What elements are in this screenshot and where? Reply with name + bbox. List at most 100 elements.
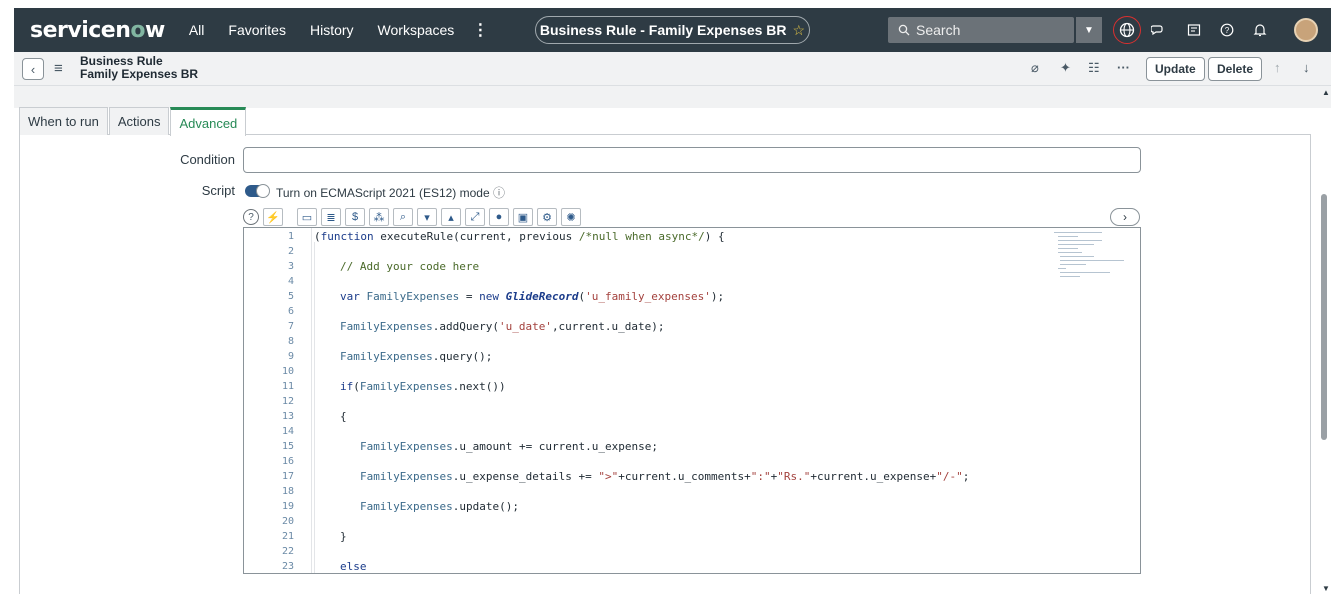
personalize-form-icon[interactable]: ☷	[1088, 60, 1100, 76]
line-number: 11	[281, 381, 294, 392]
scroll-up-arrow-icon[interactable]: ▲	[1322, 88, 1330, 97]
record-header-bar: ‹ ≡ Business Rule Family Expenses BR ⌀ ✦…	[14, 52, 1331, 86]
attachment-paperclip-icon[interactable]: ⌀	[1031, 60, 1039, 76]
back-button[interactable]: ‹	[22, 58, 44, 80]
script-debugger-icon[interactable]: ●	[489, 208, 509, 226]
scroll-down-arrow-icon[interactable]: ▼	[1322, 584, 1330, 593]
save-script-icon[interactable]: ▣	[513, 208, 533, 226]
page-vertical-scrollbar[interactable]	[1321, 194, 1327, 440]
line-number: 12	[281, 396, 294, 407]
more-options-icon[interactable]: ···	[1117, 60, 1130, 75]
find-next-icon[interactable]: ▾	[417, 208, 437, 226]
line-number: 1	[287, 231, 294, 242]
globe-icon[interactable]	[1113, 16, 1141, 44]
es12-help-icon[interactable]: ⓘ	[493, 186, 505, 200]
indent-guide	[314, 242, 315, 573]
script-editor-toolbar: ? ⚡ ▭ ≣ $ ⁂ ⌕ ▾ ▴ ⤢ ● ▣ ⚙ ✺	[243, 207, 581, 227]
es12-mode-toggle[interactable]	[245, 184, 270, 198]
top-navigation: servicenow All Favorites History Workspa…	[14, 8, 1331, 52]
code-line: (function executeRule(current, previous …	[314, 230, 725, 243]
format-code-icon[interactable]: ≣	[321, 208, 341, 226]
search-code-icon[interactable]: ⌕	[393, 208, 413, 226]
code-line: FamilyExpenses.query();	[340, 350, 493, 363]
help-icon[interactable]: ?	[1217, 20, 1237, 40]
code-line: if(FamilyExpenses.next())	[340, 380, 506, 393]
fullscreen-icon[interactable]: ⤢	[465, 208, 485, 226]
line-number: 15	[281, 441, 294, 452]
script-include-icon[interactable]: ⚙	[537, 208, 557, 226]
line-number: 14	[281, 426, 294, 437]
nav-all[interactable]: All	[189, 22, 205, 38]
form-top-spacer	[14, 86, 1331, 108]
record-title: Business Rule Family Expenses BR	[80, 55, 198, 81]
context-title: Business Rule - Family Expenses BR	[539, 22, 787, 38]
code-line: // Add your code here	[340, 260, 480, 273]
notifications-bell-icon[interactable]	[1250, 20, 1270, 40]
condition-label: Condition	[180, 152, 235, 167]
condition-input[interactable]	[243, 147, 1141, 173]
nav-favorites[interactable]: Favorites	[228, 22, 286, 38]
nav-workspaces[interactable]: Workspaces	[378, 22, 455, 38]
svg-text:?: ?	[1225, 26, 1230, 35]
form-context-menu-icon[interactable]: ≡	[54, 60, 63, 77]
settings-gear-icon[interactable]: ✺	[561, 208, 581, 226]
code-line: var FamilyExpenses = new GlideRecord('u_…	[340, 290, 725, 303]
tab-advanced[interactable]: Advanced	[170, 107, 247, 136]
chat-icon[interactable]	[1149, 20, 1169, 40]
toggle-syntax-highlight-icon[interactable]: ⚡	[263, 208, 283, 226]
line-number: 5	[287, 291, 294, 302]
line-number: 22	[281, 546, 294, 557]
find-previous-icon[interactable]: ▴	[441, 208, 461, 226]
user-avatar[interactable]	[1294, 18, 1318, 42]
line-number: 21	[281, 531, 294, 542]
line-number: 8	[287, 336, 294, 347]
search-placeholder: Search	[916, 22, 961, 38]
line-number: 20	[281, 516, 294, 527]
line-number: 3	[287, 261, 294, 272]
line-number: 17	[281, 471, 294, 482]
script-code-editor[interactable]: 1 2 3 4 5 6 7 8 9 10 11 12 13 14 15 16 1…	[243, 227, 1141, 574]
line-number: 13	[281, 411, 294, 422]
code-line: FamilyExpenses.addQuery('u_date',current…	[340, 320, 665, 333]
line-number-gutter: 1 2 3 4 5 6 7 8 9 10 11 12 13 14 15 16 1…	[244, 228, 312, 573]
line-number: 10	[281, 366, 294, 377]
search-icon	[898, 24, 910, 36]
line-number: 9	[287, 351, 294, 362]
record-name: Family Expenses BR	[80, 67, 199, 81]
code-minimap[interactable]	[1054, 230, 1130, 280]
line-number: 7	[287, 321, 294, 332]
code-line: FamilyExpenses.update();	[360, 500, 519, 513]
previous-record-arrow-icon[interactable]: ↑	[1274, 60, 1281, 75]
favorite-star-icon[interactable]: ☆	[793, 22, 806, 39]
search-scope-dropdown[interactable]: ▼	[1076, 17, 1102, 43]
activity-stream-icon[interactable]: ✦	[1060, 60, 1071, 76]
comment-selected-icon[interactable]: ▭	[297, 208, 317, 226]
line-number: 16	[281, 456, 294, 467]
more-menu-icon[interactable]: ⋮	[472, 20, 488, 40]
delete-button[interactable]: Delete	[1208, 57, 1263, 81]
script-help-icon[interactable]: ?	[243, 209, 259, 225]
expand-editor-chevron-icon[interactable]: ›	[1110, 208, 1140, 226]
servicenow-logo[interactable]: servicenow	[30, 18, 165, 43]
es12-mode-label: Turn on ECMAScript 2021 (ES12) mode ⓘ	[276, 186, 506, 200]
code-line: {	[340, 410, 347, 423]
find-replace-text-icon[interactable]: $	[345, 208, 365, 226]
tab-actions[interactable]: Actions	[108, 107, 170, 135]
global-search-input[interactable]: Search	[888, 17, 1074, 43]
code-line: FamilyExpenses.u_expense_details += ">"+…	[360, 470, 970, 483]
context-title-pill[interactable]: Business Rule - Family Expenses BR ☆	[535, 16, 810, 44]
code-line: else	[340, 560, 367, 573]
replace-all-icon[interactable]: ⁂	[369, 208, 389, 226]
line-number: 18	[281, 486, 294, 497]
line-number: 4	[287, 276, 294, 287]
tab-when-to-run[interactable]: When to run	[19, 107, 108, 135]
code-line: }	[340, 530, 347, 543]
update-button[interactable]: Update	[1146, 57, 1205, 81]
line-number: 19	[281, 501, 294, 512]
line-number: 2	[287, 246, 294, 257]
form-tabs: When to run Actions Advanced	[19, 107, 247, 136]
nav-history[interactable]: History	[310, 22, 354, 38]
inbox-icon[interactable]	[1184, 20, 1204, 40]
next-record-arrow-icon[interactable]: ↓	[1303, 60, 1310, 75]
line-number: 23	[281, 561, 294, 572]
